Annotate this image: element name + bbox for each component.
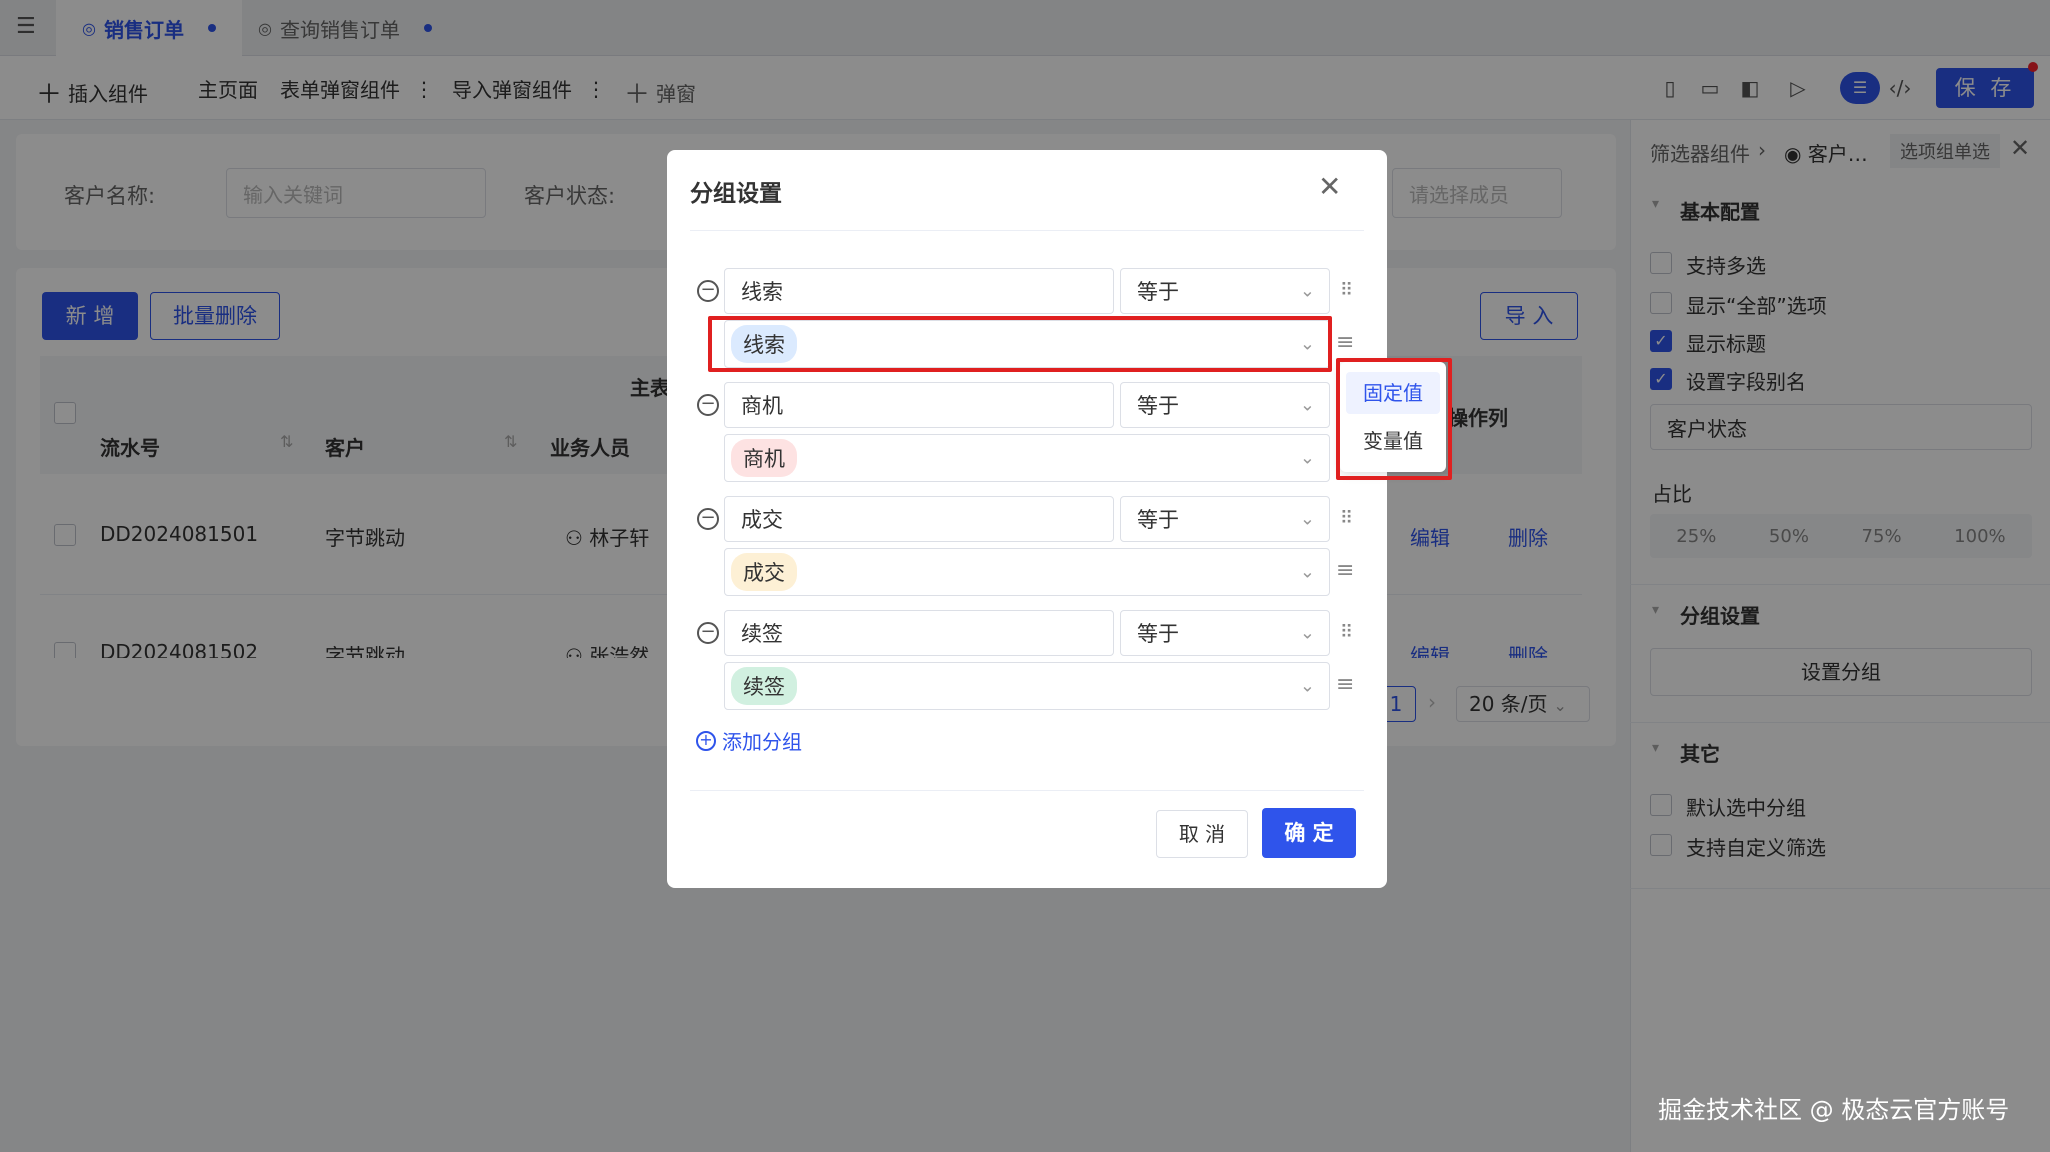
group-name-input[interactable]: 线索 xyxy=(724,268,1114,314)
group-name-input[interactable]: 续签 xyxy=(724,610,1114,656)
operator-value: 等于 xyxy=(1137,394,1179,418)
group-name-value: 商机 xyxy=(741,394,783,418)
group-name-value: 成交 xyxy=(741,508,783,532)
highlight-box-menu xyxy=(1336,358,1452,480)
chevron-down-icon: ⌄ xyxy=(1299,675,1315,697)
group-value-select[interactable]: 续签 ⌄ xyxy=(724,662,1330,710)
remove-group-icon[interactable]: − xyxy=(697,280,719,302)
drag-handle-icon[interactable]: ⠿ xyxy=(1340,622,1353,643)
chevron-down-icon: ⌄ xyxy=(1299,394,1315,416)
modal-divider xyxy=(690,230,1364,231)
drag-handle-icon[interactable]: ⠿ xyxy=(1340,280,1353,301)
value-type-icon[interactable]: ≡ xyxy=(1336,330,1354,355)
confirm-button[interactable]: 确 定 xyxy=(1262,808,1356,858)
chevron-down-icon: ⌄ xyxy=(1299,561,1315,583)
group-name-input[interactable]: 商机 xyxy=(724,382,1114,428)
value-tag: 成交 xyxy=(731,553,797,591)
operator-select[interactable]: 等于 ⌄ xyxy=(1120,496,1330,542)
add-group-label: 添加分组 xyxy=(722,730,802,754)
highlight-box-value-field xyxy=(708,316,1332,372)
group-value-select[interactable]: 商机 ⌄ xyxy=(724,434,1330,482)
remove-group-icon[interactable]: − xyxy=(697,508,719,530)
operator-value: 等于 xyxy=(1137,622,1179,646)
remove-group-icon[interactable]: − xyxy=(697,394,719,416)
value-type-icon[interactable]: ≡ xyxy=(1336,558,1354,583)
modal-divider xyxy=(690,790,1364,791)
group-name-value: 线索 xyxy=(741,280,783,304)
value-tag: 商机 xyxy=(731,439,797,477)
operator-select[interactable]: 等于 ⌄ xyxy=(1120,382,1330,428)
operator-select[interactable]: 等于 ⌄ xyxy=(1120,268,1330,314)
operator-select[interactable]: 等于 ⌄ xyxy=(1120,610,1330,656)
chevron-down-icon: ⌄ xyxy=(1299,622,1315,644)
group-value-select[interactable]: 成交 ⌄ xyxy=(724,548,1330,596)
drag-handle-icon[interactable]: ⠿ xyxy=(1340,508,1353,529)
value-type-icon[interactable]: ≡ xyxy=(1336,672,1354,697)
remove-group-icon[interactable]: − xyxy=(697,622,719,644)
chevron-down-icon: ⌄ xyxy=(1299,508,1315,530)
value-tag: 续签 xyxy=(731,667,797,705)
modal-close-icon[interactable]: ✕ xyxy=(1318,170,1341,203)
operator-value: 等于 xyxy=(1137,280,1179,304)
group-name-input[interactable]: 成交 xyxy=(724,496,1114,542)
plus-circle-icon: + xyxy=(696,730,716,751)
add-group-button[interactable]: + 添加分组 xyxy=(696,726,802,755)
chevron-down-icon: ⌄ xyxy=(1299,280,1315,302)
operator-value: 等于 xyxy=(1137,508,1179,532)
cancel-button[interactable]: 取 消 xyxy=(1156,810,1248,858)
watermark: 掘金技术社区 @ 极态云官方账号 xyxy=(1658,1096,2010,1124)
modal-title: 分组设置 xyxy=(690,181,782,207)
group-name-value: 续签 xyxy=(741,622,783,646)
chevron-down-icon: ⌄ xyxy=(1299,447,1315,469)
